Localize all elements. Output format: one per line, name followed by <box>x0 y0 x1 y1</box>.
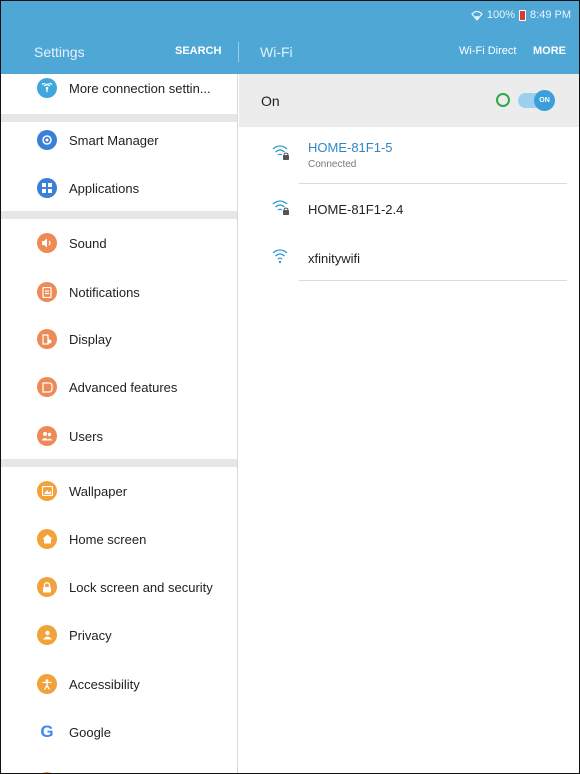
sidebar-item-label: Lock screen and security <box>69 579 213 595</box>
accessibility-icon <box>37 674 57 694</box>
home-icon <box>37 529 57 549</box>
sidebar-item-label: Users <box>69 428 103 444</box>
sidebar-item-label: Accessibility <box>69 676 140 692</box>
wifi-status-icon <box>471 10 483 21</box>
lock-icon <box>37 577 57 597</box>
sidebar-item-users[interactable]: Users <box>1 412 237 460</box>
sidebar-item-sound[interactable]: Sound <box>1 219 237 267</box>
battery-percent: 100% <box>486 9 516 21</box>
advanced-features-icon <box>37 377 57 397</box>
sidebar-item-label: Advanced features <box>69 379 178 395</box>
wifi-direct-button[interactable]: Wi-Fi Direct <box>459 45 516 57</box>
sidebar-item-display[interactable]: Display <box>1 315 237 363</box>
network-status: Connected <box>308 159 357 170</box>
settings-title: Settings <box>34 44 85 60</box>
sidebar-item-label: Notifications <box>69 284 140 300</box>
status-bar: 100% 8:49 PM <box>1 1 579 28</box>
sidebar-item-notifications[interactable]: Notifications <box>1 268 237 316</box>
sidebar-item-label: Sound <box>69 235 107 251</box>
smart-manager-icon <box>37 130 57 150</box>
sidebar-item-lock-screen-and-security[interactable]: Lock screen and security <box>1 563 237 611</box>
sidebar-item-privacy[interactable]: Privacy <box>1 611 237 659</box>
list-divider <box>299 280 567 281</box>
device-screen: 100% 8:49 PM Settings SEARCH Wi-Fi Wi-Fi… <box>0 0 580 774</box>
section-divider <box>1 211 237 219</box>
notification-icon <box>37 282 57 302</box>
wifi-open-icon <box>272 249 288 264</box>
sidebar-item-applications[interactable]: Applications <box>1 164 237 212</box>
sidebar-item-label: Home screen <box>69 531 147 547</box>
sidebar-item-more-connection-settings[interactable]: More connection settin... <box>1 74 237 112</box>
sidebar-item-google[interactable]: G Google <box>1 708 237 756</box>
wifi-secured-icon <box>272 200 289 215</box>
speaker-icon <box>37 233 57 253</box>
sidebar-item-smart-manager[interactable]: Smart Manager <box>1 116 237 164</box>
search-button[interactable]: SEARCH <box>175 45 221 57</box>
sidebar-item-label: Privacy <box>69 627 112 643</box>
network-name: HOME-81F1-5 <box>308 140 393 155</box>
wallpaper-icon <box>37 481 57 501</box>
apps-grid-icon <box>37 178 57 198</box>
wifi-title: Wi-Fi <box>260 44 293 60</box>
clock: 8:49 PM <box>530 9 571 21</box>
signal-icon <box>37 78 57 98</box>
sidebar-item-label: Applications <box>69 180 140 196</box>
wifi-on-label: On <box>261 93 280 109</box>
more-button[interactable]: MORE <box>533 45 566 57</box>
network-name: xfinitywifi <box>308 251 361 266</box>
wifi-toggle-knob[interactable]: ON <box>534 90 555 111</box>
action-bar: Settings SEARCH Wi-Fi Wi-Fi Direct MORE <box>1 28 579 74</box>
sidebar-item-wallpaper[interactable]: Wallpaper <box>1 467 237 515</box>
wifi-secured-icon <box>272 145 289 160</box>
sidebar-item-accessibility[interactable]: Accessibility <box>1 660 237 708</box>
settings-sidebar: More connection settin... Smart Manager … <box>1 74 238 773</box>
action-bar-divider <box>238 42 239 62</box>
display-icon <box>37 329 57 349</box>
status-bar-right: 100% 8:49 PM <box>471 9 571 21</box>
scanning-indicator-icon <box>496 93 510 107</box>
sidebar-item-label: Wallpaper <box>69 483 128 499</box>
network-name: HOME-81F1-2.4 <box>308 202 404 217</box>
sidebar-item-label: More connection settin... <box>69 80 211 96</box>
network-item[interactable]: HOME-81F1-5 Connected <box>239 127 579 185</box>
sidebar-item-label: Display <box>69 331 112 347</box>
network-item[interactable]: HOME-81F1-2.4 <box>239 184 579 233</box>
battery-icon <box>519 9 527 21</box>
section-divider <box>1 459 237 467</box>
wifi-master-switch-row[interactable]: On ON <box>239 74 579 127</box>
network-item[interactable]: xfinitywifi <box>239 233 579 283</box>
wifi-panel: On ON HOME-81F1-5 Connected HOME-81F1-2.… <box>239 74 579 773</box>
privacy-icon <box>37 625 57 645</box>
sidebar-item-label: Google <box>69 724 111 740</box>
sidebar-item-label: Smart Manager <box>69 132 159 148</box>
sidebar-item-partial[interactable] <box>1 758 237 773</box>
sidebar-item-advanced-features[interactable]: Advanced features <box>1 363 237 411</box>
users-icon <box>37 426 57 446</box>
google-icon: G <box>40 722 54 741</box>
sidebar-item-home-screen[interactable]: Home screen <box>1 515 237 563</box>
